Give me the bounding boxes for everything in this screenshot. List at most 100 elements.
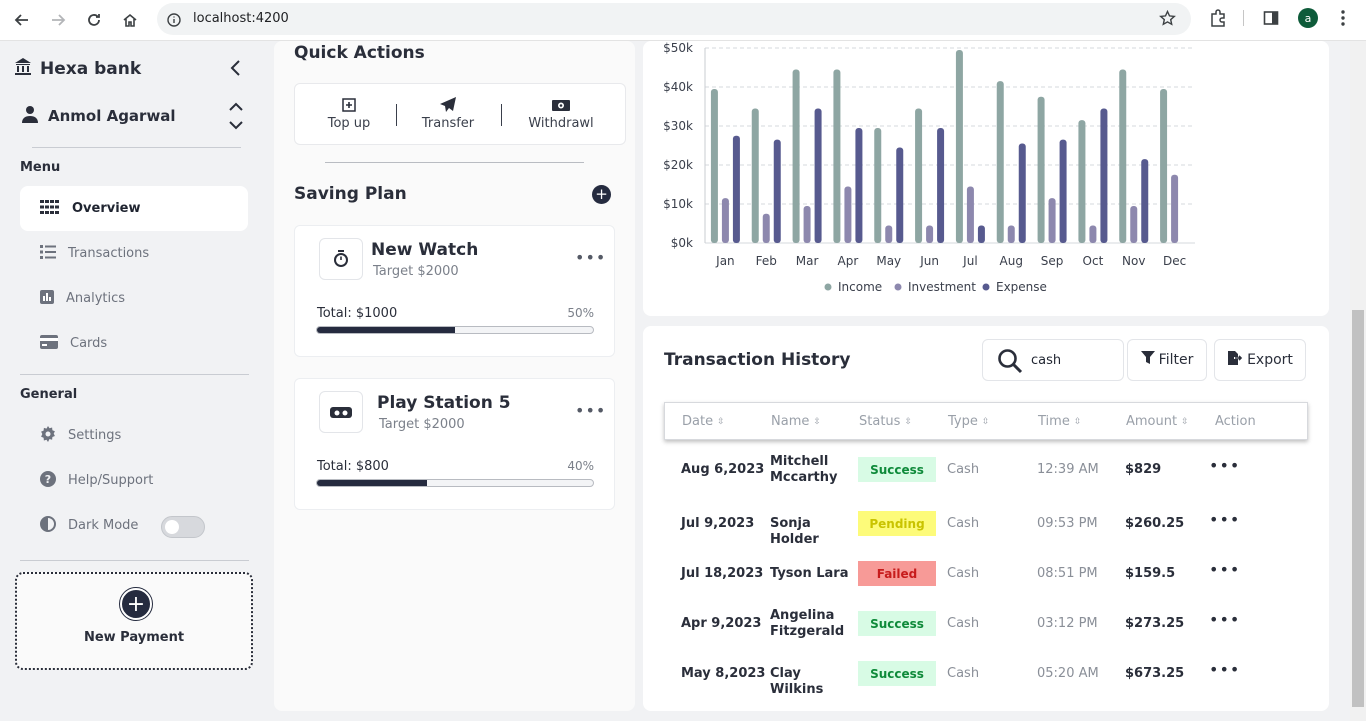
more-options-icon[interactable]: ••• <box>575 401 606 420</box>
plan-card: Play Station 5 Target $2000 ••• Total: $… <box>294 378 615 510</box>
gear-icon <box>40 425 56 446</box>
sidebar-item-overview[interactable]: Overview <box>20 186 248 231</box>
sort-icon: ⇳ <box>717 416 725 427</box>
plan-target: Target $2000 <box>379 417 465 432</box>
col-status[interactable]: Status ⇳ <box>859 414 912 429</box>
bar-income <box>751 108 759 243</box>
bookmark-star-icon[interactable] <box>1159 9 1176 31</box>
table-row: Aug 6,2023 Mitchell Mccarthy Success Cash 12… <box>664 444 1308 494</box>
x-tick-label: Oct <box>1083 254 1104 268</box>
chevron-left-icon[interactable] <box>228 59 244 81</box>
cell-time: 03:12 PM <box>1037 616 1098 631</box>
sidebar-item-help[interactable]: ? Help/Support <box>20 458 248 503</box>
cell-amount: $260.25 <box>1125 516 1185 531</box>
forward-arrow-icon[interactable] <box>46 8 70 32</box>
x-tick-label: Apr <box>838 254 859 268</box>
dark-mode-toggle[interactable] <box>161 516 205 538</box>
top-up-button[interactable]: Top up <box>317 96 381 131</box>
search-value: cash <box>1031 353 1062 368</box>
row-action-icon[interactable]: ••• <box>1209 610 1240 629</box>
address-bar[interactable]: localhost:4200 <box>157 3 1191 35</box>
col-amount[interactable]: Amount ⇳ <box>1126 414 1189 429</box>
plan-percent: 40% <box>567 459 594 473</box>
export-button[interactable]: Export <box>1214 339 1306 381</box>
withdraw-button[interactable]: Withdrawl <box>519 96 603 131</box>
middle-panel: Quick Actions Top up Transfer Withdrawl … <box>274 41 635 711</box>
sidebar-item-analytics[interactable]: Analytics <box>20 276 248 321</box>
search-input[interactable]: cash <box>982 339 1124 381</box>
cell-type: Cash <box>947 616 980 631</box>
chevron-up-down-icon[interactable] <box>228 101 244 135</box>
home-icon[interactable] <box>118 8 142 32</box>
kebab-menu-icon[interactable] <box>1338 9 1348 31</box>
more-options-icon[interactable]: ••• <box>575 248 606 267</box>
col-time[interactable]: Time ⇳ <box>1038 414 1081 429</box>
cell-date: Jul 9,2023 <box>681 516 755 531</box>
svg-text:?: ? <box>45 473 51 486</box>
extensions-icon[interactable] <box>1209 9 1227 31</box>
reload-icon[interactable] <box>82 8 106 32</box>
status-badge: Success <box>858 661 936 686</box>
side-panel-icon[interactable] <box>1263 10 1279 30</box>
x-tick-label: Sep <box>1041 254 1064 268</box>
sidebar-item-dark-mode: Dark Mode <box>20 503 155 548</box>
bar-income <box>1078 120 1086 243</box>
back-arrow-icon[interactable] <box>10 8 34 32</box>
bar-investment <box>966 186 974 243</box>
scrollbar-thumb[interactable] <box>1352 310 1364 707</box>
bank-icon <box>14 57 32 80</box>
contrast-icon <box>40 515 56 536</box>
add-plan-button[interactable]: + <box>592 185 611 204</box>
bar-expense <box>1059 139 1067 243</box>
cell-name: Clay Wilkins <box>770 666 824 697</box>
user-profile[interactable]: Anmol Agarwal <box>22 105 176 127</box>
legend-label: Income <box>838 280 882 294</box>
sidebar-item-transactions[interactable]: Transactions <box>20 231 248 276</box>
cell-amount: $273.25 <box>1125 616 1185 631</box>
row-action-icon[interactable]: ••• <box>1209 560 1240 579</box>
filter-label: Filter <box>1158 352 1194 368</box>
row-action-icon[interactable]: ••• <box>1209 510 1240 529</box>
bar-income <box>1037 96 1045 243</box>
plan-percent: 50% <box>567 306 594 320</box>
user-name: Anmol Agarwal <box>48 107 176 125</box>
bar-expense <box>896 147 904 243</box>
legend-marker <box>824 283 832 291</box>
profile-avatar[interactable]: a <box>1298 8 1318 28</box>
bar-investment <box>1171 174 1179 243</box>
bar-income <box>833 69 841 243</box>
transfer-button[interactable]: Transfer <box>413 96 483 131</box>
withdraw-label: Withdrawl <box>528 116 594 131</box>
toolbar-divider <box>1243 10 1244 26</box>
section-divider <box>325 162 584 163</box>
bar-income <box>792 69 800 243</box>
col-date[interactable]: Date ⇳ <box>682 414 725 429</box>
sidebar-item-cards[interactable]: Cards <box>20 321 248 366</box>
info-icon[interactable] <box>167 12 181 31</box>
sidebar-item-settings[interactable]: Settings <box>20 413 248 458</box>
grid-icon <box>40 199 60 218</box>
bar-expense <box>937 127 945 243</box>
row-action-icon[interactable]: ••• <box>1209 660 1240 679</box>
sidebar-item-label: Overview <box>72 201 141 216</box>
col-type[interactable]: Type ⇳ <box>948 414 989 429</box>
x-tick-label: Jan <box>715 254 735 268</box>
filter-button[interactable]: Filter <box>1127 339 1207 381</box>
bar-expense <box>855 127 863 243</box>
history-title: Transaction History <box>664 350 851 370</box>
help-icon: ? <box>40 470 56 491</box>
new-payment-button[interactable]: + New Payment <box>15 572 253 670</box>
bar-income <box>915 108 923 243</box>
y-tick-label: $30k <box>663 119 693 133</box>
plan-name: Play Station 5 <box>377 393 511 413</box>
cell-type: Cash <box>947 516 980 531</box>
bar-income <box>1160 88 1168 243</box>
sidebar-item-label: Help/Support <box>68 473 154 488</box>
cell-name: Tyson Lara <box>770 566 849 581</box>
cell-name: Mitchell Mccarthy <box>770 454 838 485</box>
plus-circle-icon: + <box>119 587 153 621</box>
row-action-icon[interactable]: ••• <box>1209 456 1240 475</box>
y-tick-label: $20k <box>663 158 693 172</box>
user-icon <box>22 105 38 127</box>
col-name[interactable]: Name ⇳ <box>771 414 821 429</box>
